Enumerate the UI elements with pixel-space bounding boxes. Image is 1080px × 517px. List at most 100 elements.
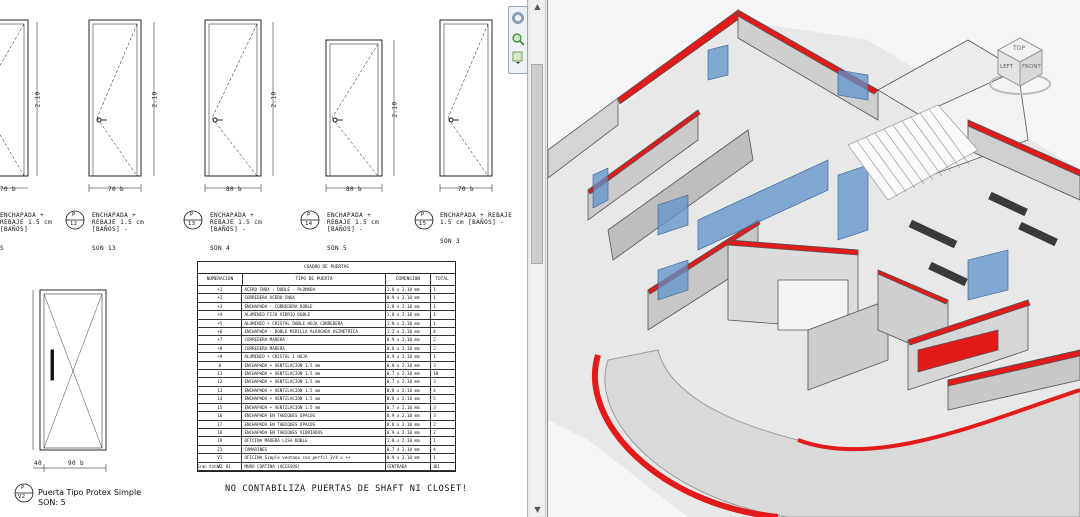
table-cell: 0.9 x 2.10 mm xyxy=(386,412,432,420)
height-label-2: 2.10 xyxy=(151,91,159,108)
table-row: 13 ENCHAPADA + VENTILACION 1.5 mm 0.8 x 2.… xyxy=(198,386,455,396)
table-cell: 0.9 x 2.10 mm xyxy=(386,353,432,361)
vertical-scrollbar[interactable]: ▲ ▼ xyxy=(530,0,546,517)
table-cell: 1.8 x 2.10 mm xyxy=(386,437,432,445)
table-cell: ENCHAPADA EN TABIQUES OPACOS xyxy=(242,420,386,428)
viewcube-top-label: TOP xyxy=(1013,45,1026,52)
zoom-menu-icon[interactable] xyxy=(511,49,525,64)
height-label-3: 2.10 xyxy=(270,91,278,108)
table-cell: 4 xyxy=(433,446,436,452)
table-cell: 3 xyxy=(433,404,436,410)
glass-door-son: SON: 5 xyxy=(38,498,66,507)
table-cell: CORREDERA ACERO INOX xyxy=(242,294,386,302)
table-cell: 12 xyxy=(198,378,243,386)
callout-3-num: 13 xyxy=(188,221,196,227)
table-cell: 4 xyxy=(433,329,436,335)
table-cell: 1.8 x 2.10 mm xyxy=(386,286,432,294)
callout-2-son: SON 13 xyxy=(92,245,117,252)
table-cell: 16 xyxy=(198,412,243,420)
callout-2-tag: P xyxy=(72,212,76,218)
dim-label-5: 70 b xyxy=(458,186,475,193)
table-cell: 0.7 x 2.10 mm xyxy=(386,403,432,412)
callout-5-desc: ENCHAPADA + REBAJE 1.5 cm [BAÑOS] - xyxy=(440,212,513,226)
table-row: 18 ENCHAPADA EN TABIQUES VIDRIADOS 0.9 x 2… xyxy=(198,428,455,438)
table-grand-total-value: 81 xyxy=(435,464,440,469)
viewcube[interactable]: TOP LEFT FRONT xyxy=(986,30,1056,100)
table-cell: 15 xyxy=(198,403,243,412)
table-cell: +1 xyxy=(198,286,243,294)
table-cell: CAMARINES xyxy=(242,445,386,454)
table-row: 17 ENCHAPADA EN TABIQUES OPACOS 0.8 x 2.10… xyxy=(198,420,455,429)
table-grand-total: Gran total: 81 xyxy=(197,464,231,469)
table-cell: ALUMINIO + CRISTAL 1 HOJA xyxy=(242,353,386,361)
callout-5-son: SON 3 xyxy=(440,238,461,245)
table-cell: CORREDERA MADERA xyxy=(242,336,386,344)
navigation-bar[interactable] xyxy=(508,6,528,74)
door-schedule-table[interactable]: CUADRO DE PUERTAS NUMERACION TIPO DE PUE… xyxy=(197,261,456,472)
table-row: 14 ENCHAPADA + VENTILACION 1.5 mm 0.8 x 2.… xyxy=(198,395,455,404)
table-cell: +5 xyxy=(198,319,243,328)
table-cell: 0.8 x 2.10 mm xyxy=(386,344,432,353)
table-cell: ALUMINIO FIJO VIDRIO DOBLE xyxy=(242,311,386,319)
drawing-sheet-view[interactable]: 70 b 70 b 80 b 80 b 70 b 2.10 2.10 2.10 … xyxy=(0,0,527,517)
table-cell: 0.9 x 2.10 mm xyxy=(386,336,432,344)
table-cell: +6 xyxy=(198,328,243,336)
table-cell: 1 xyxy=(433,354,436,360)
door-elevation-3 xyxy=(204,19,274,192)
callout-5-tag: P xyxy=(421,212,425,218)
table-cell: 1 xyxy=(433,287,436,292)
table-cell: 18 xyxy=(433,371,439,377)
height-label-1: 2.10 xyxy=(34,91,42,108)
table-cell: 0.9 x 2.10 mm xyxy=(386,454,432,462)
table-cell: ENCHAPADA - CORREDERA DOBLE xyxy=(242,302,386,311)
table-cell: 1.8 x 2.10 mm xyxy=(386,302,432,311)
table-cell: CENTRADA xyxy=(386,462,432,470)
glass-door-label: Puerta Tipo Protex Simple xyxy=(38,488,142,497)
table-cell: 0.7 x 2.10 mm xyxy=(386,378,432,386)
table-cell: 5 xyxy=(433,396,436,402)
table-row: +9 ALUMINIO + CRISTAL 1 HOJA 0.9 x 2.10 mm… xyxy=(198,353,455,362)
scroll-up-arrow[interactable]: ▲ xyxy=(530,0,545,14)
table-cell: 0.9 x 2.10 mm xyxy=(386,294,432,302)
callout-4-tag: P xyxy=(307,212,311,218)
door-elevation-5 xyxy=(439,19,493,192)
table-cell: ALUMINIO + CRISTAL DOBLE HOJA CORREDERA xyxy=(242,319,386,328)
table-body: +1 ACERO INOX - DOBLE - PLOMADA 1.8 x 2.10… xyxy=(198,286,455,471)
door-schedule-title: CUADRO DE PUERTAS xyxy=(198,262,455,274)
zoom-region-icon[interactable] xyxy=(511,31,525,46)
table-cell: 0.8 x 2.10 mm xyxy=(386,420,432,428)
door-elevation-1 xyxy=(0,19,38,189)
table-cell: ENCHAPADA - DOBLE MIRILLA ALARGADA ASIME… xyxy=(242,328,386,336)
table-cell: +4 xyxy=(198,311,243,319)
table-cell: 17 xyxy=(198,420,243,428)
view-splitter[interactable]: ▲ ▼ xyxy=(527,0,548,517)
steering-wheel-icon[interactable] xyxy=(511,11,525,25)
table-row: +3 ENCHAPADA - CORREDERA DOBLE 1.8 x 2.10 … xyxy=(198,302,455,312)
table-cell: 1 xyxy=(433,455,436,461)
table-cell: 2 xyxy=(433,429,436,435)
glass-door-dim-2: 90 b xyxy=(68,460,85,467)
table-row: +8 CORREDERA MADERA 0.8 x 2.10 mm 2 xyxy=(198,344,455,354)
table-row: 11 ENCHAPADA + VENTILACION 1.5 mm 0.7 x 2.… xyxy=(198,370,455,379)
table-cell: OFICINA_Simple ventana con perfil 3/4 x … xyxy=(242,454,386,462)
dim-label-3: 80 b xyxy=(226,186,243,193)
table-cell: +3 xyxy=(198,302,243,311)
callout-2-desc: ENCHAPADA + REBAJE 1.5 cm [BAÑOS] - xyxy=(92,212,145,233)
table-row: +4 ALUMINIO FIJO VIDRIO DOBLE 1.8 x 2.10 m… xyxy=(198,311,455,320)
callout-4-num: 14 xyxy=(305,221,313,227)
scroll-down-arrow[interactable]: ▼ xyxy=(530,503,545,517)
table-cell: 0.9 x 2.10 mm xyxy=(386,428,432,437)
table-row: +6 ENCHAPADA - DOBLE MIRILLA ALARGADA ASI… xyxy=(198,328,455,337)
3d-model-view[interactable]: TOP LEFT FRONT xyxy=(548,0,1080,517)
table-cell: +2 xyxy=(198,294,243,302)
glass-door-dim-1: 40 xyxy=(34,460,43,467)
table-cell: 0.7 x 2.10 mm xyxy=(386,370,432,378)
table-cell: 0.7 x 2.10 mm xyxy=(386,445,432,454)
table-cell: 1.2 x 2.10 mm xyxy=(386,328,432,336)
table-cell: 0.8 x 2.10 mm xyxy=(386,386,432,395)
table-cell: ENCHAPADA + VENTILACION 1.5 mm xyxy=(242,370,386,378)
scroll-thumb[interactable] xyxy=(531,64,543,264)
table-cell: 13 xyxy=(198,386,243,395)
table-row: 8 ENCHAPADA + VENTILACION 1.5 mm 0.8 x 2.1… xyxy=(198,361,455,371)
callout-4-desc: ENCHAPADA + REBAJE 1.5 cm [BAÑOS] - xyxy=(327,212,380,233)
